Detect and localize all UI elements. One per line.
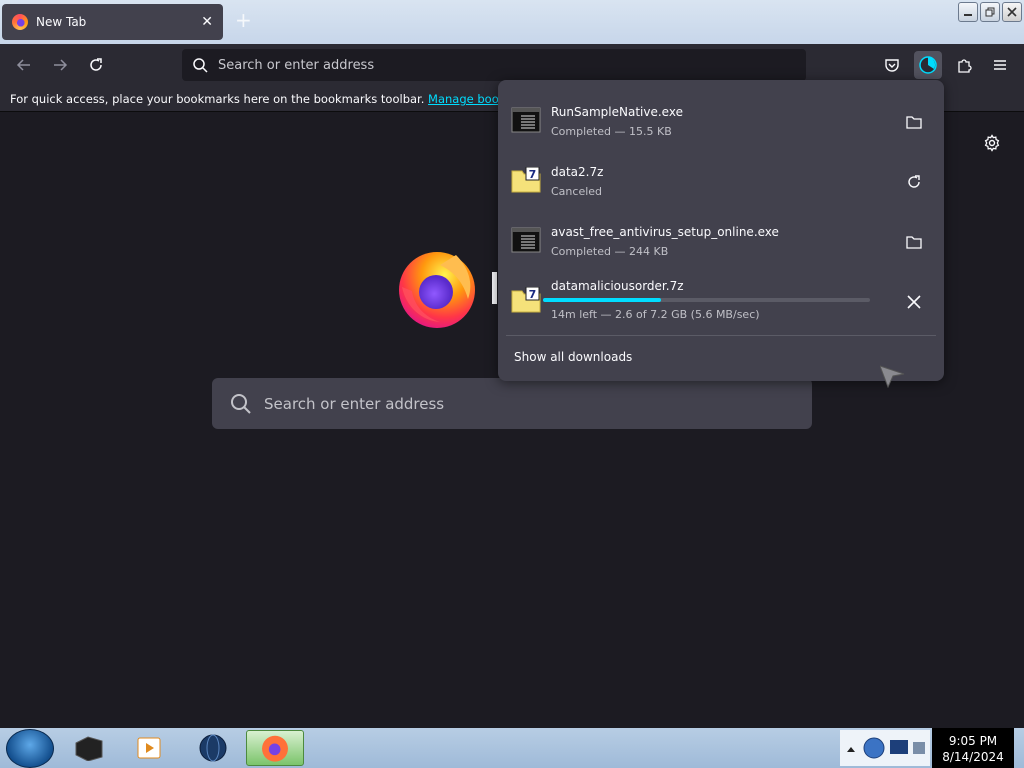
start-button[interactable] [6,729,54,768]
download-progress-bar [543,298,870,302]
pocket-button[interactable] [878,51,906,79]
show-all-downloads-button[interactable]: Show all downloads [514,350,632,364]
extensions-button[interactable] [950,51,978,79]
download-status: Completed — 244 KB [551,245,669,258]
executable-icon [511,107,541,133]
back-icon [16,59,30,71]
globe-icon [199,734,227,762]
folder-icon [906,236,922,249]
terminal-icon [75,736,103,761]
svg-text:7: 7 [529,168,537,181]
address-bar[interactable]: Search or enter address [182,49,806,81]
back-button[interactable] [10,51,38,79]
tab-close-icon[interactable]: ✕ [201,14,213,30]
firefox-wordmark [492,272,497,304]
tray-icons [847,737,925,759]
tab-title: New Tab [36,15,87,29]
open-folder-button[interactable] [902,230,926,254]
retry-button[interactable] [902,170,926,194]
search-icon [231,393,251,414]
taskbar-media-player[interactable] [120,730,178,766]
mouse-cursor-icon [880,365,905,388]
downloads-panel: RunSampleNative.exe Completed — 15.5 KB … [498,80,944,381]
restore-icon [985,7,995,17]
taskbar: 9:05 PM 8/14/2024 [0,728,1024,768]
download-filename: datamaliciousorder.7z [551,279,684,293]
minimize-icon [964,14,972,16]
cancel-icon [907,295,921,309]
extensions-icon [958,59,972,73]
cancel-download-button[interactable] [902,290,926,314]
download-status: Canceled [551,185,603,198]
downloads-icon [919,56,937,74]
tab-new-tab[interactable]: New Tab ✕ [2,4,223,40]
7z-archive-icon: 7 [511,167,541,193]
download-item-in-progress[interactable]: 7 datamaliciousorder.7z 14m left — 2.6 o… [506,268,936,326]
firefox-icon [12,14,28,30]
downloads-button[interactable] [914,51,942,79]
new-tab-button[interactable]: + [235,8,252,32]
window-controls [958,2,1022,22]
newtab-search-box[interactable]: Search or enter address [212,378,812,429]
download-item[interactable]: RunSampleNative.exe Completed — 15.5 KB [506,88,936,146]
reload-button[interactable] [82,51,110,79]
download-item[interactable]: avast_free_antivirus_setup_online.exe Co… [506,208,936,266]
close-icon [1007,7,1017,17]
download-filename: avast_free_antivirus_setup_online.exe [551,225,779,239]
reload-icon [90,58,102,71]
bookmarks-message: For quick access, place your bookmarks h… [10,92,425,106]
minimize-button[interactable] [958,2,978,22]
taskbar-clock[interactable]: 9:05 PM 8/14/2024 [932,728,1014,768]
7z-archive-icon: 7 [511,287,541,313]
newtab-search-placeholder: Search or enter address [264,394,445,413]
svg-text:7: 7 [529,288,537,301]
taskbar-firefox[interactable] [246,730,304,766]
forward-icon [54,59,68,71]
media-player-icon [137,737,161,759]
firefox-logo [396,247,478,329]
search-icon [193,58,208,73]
open-folder-button[interactable] [902,110,926,134]
retry-icon [908,175,920,188]
clock-time: 9:05 PM [948,734,998,748]
gear-icon [984,134,1000,152]
system-tray [840,730,930,766]
forward-button[interactable] [46,51,74,79]
folder-icon [906,116,922,129]
settings-button[interactable] [983,134,1001,156]
download-item[interactable]: 7 data2.7z Canceled [506,148,936,206]
download-filename: RunSampleNative.exe [551,105,683,119]
taskbar-network[interactable] [184,730,242,766]
address-bar-placeholder: Search or enter address [218,57,375,73]
download-filename: data2.7z [551,165,604,179]
panel-divider [506,335,936,336]
menu-icon [994,60,1006,70]
tab-strip: New Tab ✕ + [0,0,1024,44]
taskbar-terminal[interactable] [60,730,118,766]
firefox-icon [262,735,288,762]
executable-icon [511,227,541,253]
firefox-icon [399,252,475,328]
close-button[interactable] [1002,2,1022,22]
restore-button[interactable] [980,2,1000,22]
download-status: 14m left — 2.6 of 7.2 GB (5.6 MB/sec) [551,308,760,321]
pocket-icon [885,59,899,72]
download-progress-fill [543,298,661,302]
download-status: Completed — 15.5 KB [551,125,672,138]
menu-button[interactable] [986,51,1014,79]
clock-date: 8/14/2024 [942,750,1004,764]
